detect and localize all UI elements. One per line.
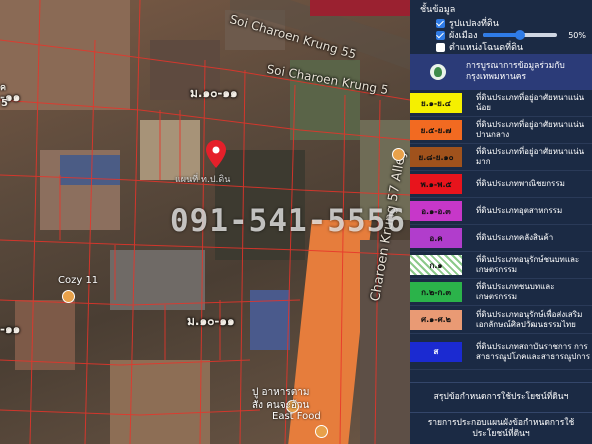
legend-desc: ที่ดินประเภทอนุรักษ์เพื่อส่งเสริมเอกลักษ… <box>476 309 583 329</box>
legend-desc: ที่ดินประเภทสถาบันราชการ การสาธารณูปโภคแ… <box>476 341 591 361</box>
legend-row: พ.๑-พ.๕ ที่ดินประเภทพาณิชยกรรม <box>410 171 592 198</box>
checkbox-parcel[interactable] <box>436 18 445 28</box>
legend-row: ก.๒-ก.๓ ที่ดินประเภทชนบทและเกษตรกรรม <box>410 279 592 306</box>
zone-label-upper: ม.๑๐-๑๑ <box>190 86 238 100</box>
poi-label-food-3: East Food <box>272 411 321 422</box>
summary-link[interactable]: สรุปข้อกำหนดการใช้ประโยชน์ที่ดินฯ <box>410 382 592 412</box>
layers-title: ชั้นข้อมูล <box>420 5 456 15</box>
legend-swatch: อ.๑-อ.๓ <box>410 201 462 221</box>
opacity-slider[interactable] <box>483 30 558 40</box>
left-edge-label: ค <box>0 83 7 93</box>
legend-code: ย.๘-ย.๑๐ <box>418 152 454 162</box>
legend-swatch: ก.๒-ก.๓ <box>410 282 462 302</box>
poi-marker-icon[interactable] <box>392 148 405 161</box>
layer-panel: ชั้นข้อมูล รูปแปลงที่ดิน ผังเมือง 50% ตำ… <box>410 0 592 444</box>
layer-row-deed[interactable]: ตำแหน่งโฉนดที่ดิน <box>436 41 586 53</box>
legend-row: อ.๑-อ.๓ ที่ดินประเภทอุตสาหกรรม <box>410 198 592 225</box>
legend-desc: ที่ดินประเภทอุตสาหกรรม <box>476 206 563 215</box>
opacity-slider-knob[interactable] <box>515 30 526 40</box>
legend-desc: ที่ดินประเภทที่อยู่อาศัยหนาแน่นน้อย <box>476 93 585 112</box>
checkbox-cityplan[interactable] <box>436 30 445 40</box>
summary-link-text: สรุปข้อกำหนดการใช้ประโยชน์ที่ดินฯ <box>433 392 569 402</box>
legend-desc: ที่ดินประเภทอนุรักษ์ชนบทและเกษตรกรรม <box>476 255 580 274</box>
checkbox-deed[interactable] <box>436 42 445 52</box>
legend-swatch: อ.ค <box>410 228 462 248</box>
legend-row: ศ.๑-ศ.๒ ที่ดินประเภทอนุรักษ์เพื่อส่งเสริม… <box>410 306 592 334</box>
legend-code: ย.๑-ย.๔ <box>421 98 451 108</box>
bma-seal-icon <box>430 64 446 80</box>
legend-row: ก.๑ ที่ดินประเภทอนุรักษ์ชนบทและเกษตรกรรม <box>410 252 592 279</box>
legend-code: อ.๑-อ.๓ <box>421 206 451 216</box>
legend-code: อ.ค <box>429 233 443 243</box>
legend-swatch: ก.๑ <box>410 255 462 275</box>
legend-swatch: ย.๑-ย.๔ <box>410 93 462 113</box>
legend-desc: ที่ดินประเภทที่อยู่อาศัยหนาแน่นมาก <box>476 147 585 166</box>
layers-section: ชั้นข้อมูล รูปแปลงที่ดิน ผังเมือง 50% ตำ… <box>410 0 592 53</box>
legend-header-text: การบูรณาการข้อมูลร่วมกับ กรุงเทพมหานคร <box>466 61 565 82</box>
details-link[interactable]: รายการประกอบแผนผังข้อกำหนดการใช้ประโยชน์… <box>410 412 592 444</box>
left-edge-number: 5 <box>1 98 8 109</box>
legend-desc: ที่ดินประเภทพาณิชยกรรม <box>476 179 565 188</box>
legend-swatch: ย.๕-ย.๗ <box>410 120 462 140</box>
pin-caption: แผนที่ ท.ป.ดิน <box>175 175 231 185</box>
legend-code: ส <box>433 347 439 356</box>
zone-label-left-lower: -๑๑ <box>0 322 21 336</box>
legend-swatch: พ.๑-พ.๕ <box>410 174 462 194</box>
legend-row: ส ที่ดินประเภทสถาบันราชการ การสาธารณูปโภค… <box>410 334 592 370</box>
legend-swatch: ส <box>410 341 462 362</box>
legend-code: ก.๒-ก.๓ <box>421 287 451 297</box>
legend-code: ย.๕-ย.๗ <box>420 125 452 135</box>
legend-row: อ.ค ที่ดินประเภทคลังสินค้า <box>410 225 592 252</box>
legend-code: ศ.๑-ศ.๒ <box>421 315 451 324</box>
commercial-zone-strip <box>310 0 410 16</box>
legend-row: ย.๕-ย.๗ ที่ดินประเภทที่อยู่อาศัยหนาแน่นปา… <box>410 117 592 144</box>
legend-desc: ที่ดินประเภทชนบทและเกษตรกรรม <box>476 282 555 301</box>
legend-code: พ.๑-พ.๕ <box>420 179 452 189</box>
poi-marker-icon[interactable] <box>62 290 75 303</box>
opacity-value: 50% <box>568 30 586 40</box>
details-link-text: รายการประกอบแผนผังข้อกำหนดการใช้ประโยชน์… <box>427 417 575 439</box>
legend-desc: ที่ดินประเภทคลังสินค้า <box>476 233 554 242</box>
legend-swatch: ย.๘-ย.๑๐ <box>410 147 462 167</box>
legend-swatch: ศ.๑-ศ.๒ <box>410 309 462 330</box>
legend-desc: ที่ดินประเภทที่อยู่อาศัยหนาแน่นปานกลาง <box>476 120 585 139</box>
phone-watermark: 091-541-5556 <box>170 203 406 239</box>
legend-header: การบูรณาการข้อมูลร่วมกับ กรุงเทพมหานคร <box>410 54 592 90</box>
legend-row: ย.๑-ย.๔ ที่ดินประเภทที่อยู่อาศัยหนาแน่นน้… <box>410 90 592 117</box>
poi-marker-icon[interactable] <box>315 425 328 438</box>
poi-label-cozy: Cozy 11 <box>58 275 99 286</box>
zone-label-lower: ม.๑๐-๑๑ <box>187 314 235 328</box>
location-pin-icon[interactable] <box>206 140 226 172</box>
satellite-map[interactable]: Soi Charoen Krung 55 Soi Charoen Krung 5… <box>0 0 410 444</box>
legend-list: ย.๑-ย.๔ ที่ดินประเภทที่อยู่อาศัยหนาแน่นน้… <box>410 90 592 370</box>
legend-row: ย.๘-ย.๑๐ ที่ดินประเภทที่อยู่อาศัยหนาแน่นม… <box>410 144 592 171</box>
layer-label-deed: ตำแหน่งโฉนดที่ดิน <box>449 43 524 53</box>
legend-code: ก.๑ <box>429 260 443 270</box>
